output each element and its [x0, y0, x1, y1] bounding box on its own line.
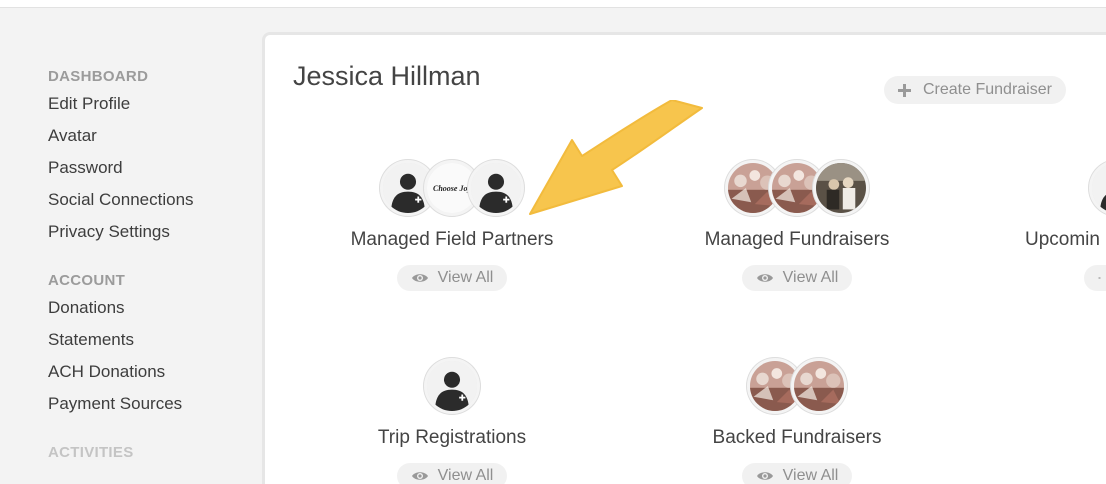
sidebar-group-activities: ACTIVITIES [48, 442, 258, 464]
sidebar-item-donations[interactable]: Donations [48, 292, 258, 324]
view-all-button[interactable]: View All [741, 265, 853, 291]
top-bar [0, 0, 1106, 8]
sidebar-item-password[interactable]: Password [48, 152, 258, 184]
plus-icon [898, 83, 911, 97]
crowd-photo-avatar[interactable] [791, 358, 847, 414]
sidebar-heading: ACCOUNT [48, 272, 126, 289]
person-avatar[interactable] [1089, 160, 1106, 216]
person-avatar[interactable] [468, 160, 524, 216]
create-fundraiser-label: Create Fundraiser [923, 81, 1052, 98]
sidebar-item-statements[interactable]: Statements [48, 324, 258, 356]
card-upcoming: Upcomin [1025, 160, 1106, 291]
avatar-stack [667, 358, 927, 416]
page-title: Jessica Hillman [293, 61, 481, 91]
view-all-label: View All [782, 467, 839, 484]
sidebar-item-privacy-settings[interactable]: Privacy Settings [48, 216, 258, 248]
person-avatar[interactable] [424, 358, 480, 414]
sidebar: DASHBOARD Edit Profile Avatar Password S… [48, 66, 258, 484]
view-all-button[interactable]: View All [396, 463, 508, 484]
card-trip-registrations: Trip Registrations View All [322, 358, 582, 484]
sidebar-item-payment-sources[interactable]: Payment Sources [48, 388, 258, 420]
avatar-stack [322, 358, 582, 416]
group-photo-avatar[interactable] [813, 160, 869, 216]
eye-icon [411, 274, 428, 282]
sidebar-heading: ACTIVITIES [48, 444, 134, 461]
svg-text:Choose Joy: Choose Joy [433, 184, 471, 193]
card-title[interactable]: Trip Registrations [322, 426, 582, 450]
view-all-button[interactable]: View All [396, 265, 508, 291]
card-title[interactable]: Upcomin [1025, 228, 1106, 252]
sidebar-item-edit-profile[interactable]: Edit Profile [48, 88, 258, 120]
card-title[interactable]: Managed Field Partners [322, 228, 582, 252]
eye-icon [756, 274, 773, 282]
card-backed-fundraisers: Backed Fundraisers View All [667, 358, 927, 484]
sidebar-item-social-connections[interactable]: Social Connections [48, 184, 258, 216]
sidebar-item-ach-donations[interactable]: ACH Donations [48, 356, 258, 388]
annotation-arrow-icon [529, 100, 703, 215]
card-title[interactable]: Backed Fundraisers [667, 426, 927, 450]
view-all-button[interactable]: View All [741, 463, 853, 484]
sidebar-item-avatar[interactable]: Avatar [48, 120, 258, 152]
eye-icon [756, 472, 773, 480]
sidebar-heading: DASHBOARD [48, 68, 149, 85]
view-all-label: View All [437, 269, 494, 286]
view-all-label: View All [782, 269, 839, 286]
create-fundraiser-button[interactable]: Create Fundraiser [884, 76, 1066, 104]
sidebar-group-dashboard: DASHBOARD Edit Profile Avatar Password S… [48, 66, 258, 248]
avatar-stack [1089, 160, 1106, 218]
card-title[interactable]: Managed Fundraisers [667, 228, 927, 252]
eye-icon [1098, 277, 1101, 279]
view-all-button[interactable] [1084, 265, 1106, 291]
eye-icon [411, 472, 428, 480]
view-all-label: View All [437, 467, 494, 484]
sidebar-group-account: ACCOUNT Donations Statements ACH Donatio… [48, 270, 258, 420]
